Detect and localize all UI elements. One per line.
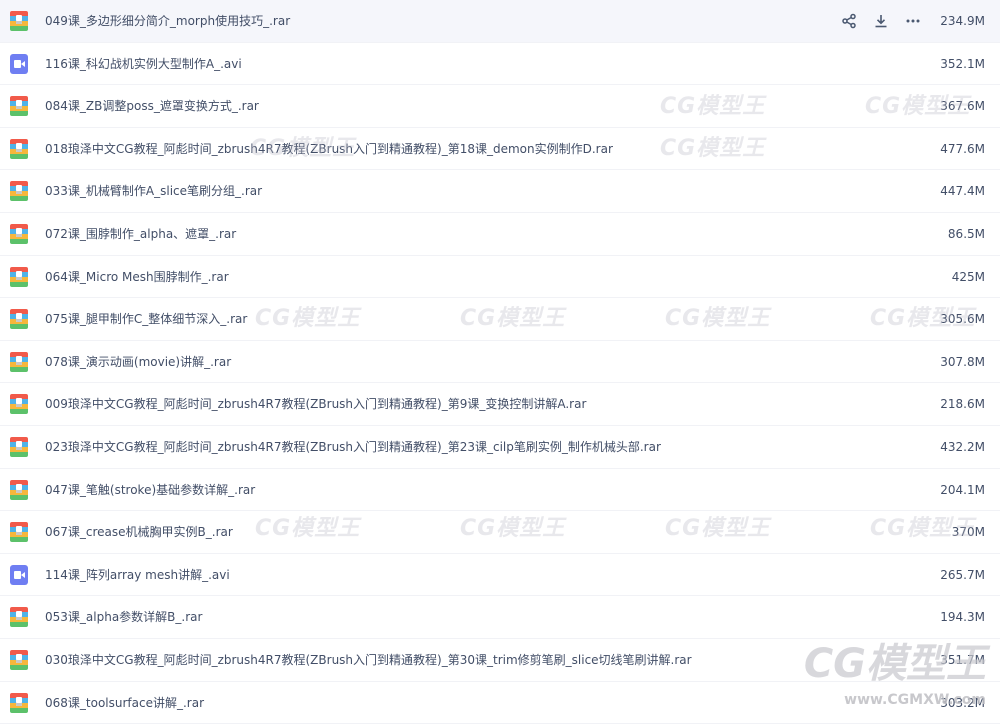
file-name[interactable]: 072课_围脖制作_alpha、遮罩_.rar: [45, 213, 236, 256]
file-name[interactable]: 116课_科幻战机实例大型制作A_.avi: [45, 43, 242, 86]
file-size: 432.2M: [940, 426, 985, 469]
archive-file-icon: [10, 96, 28, 116]
archive-file-icon: [10, 437, 28, 457]
archive-file-icon: [10, 480, 28, 500]
file-name[interactable]: 078课_演示动画(movie)讲解_.rar: [45, 341, 231, 384]
archive-file-icon: [10, 352, 28, 372]
file-row[interactable]: 049课_多边形细分简介_morph使用技巧_.rar 234.9M: [0, 0, 1000, 43]
file-size: 305.6M: [940, 298, 985, 341]
file-name[interactable]: 064课_Micro Mesh围脖制作_.rar: [45, 256, 229, 299]
file-size: 86.5M: [948, 213, 985, 256]
file-name[interactable]: 075课_腿甲制作C_整体细节深入_.rar: [45, 298, 247, 341]
file-row[interactable]: 067课_crease机械胸甲实例B_.rar 370M: [0, 511, 1000, 554]
row-actions: [838, 10, 924, 32]
video-file-icon: [10, 54, 28, 74]
archive-file-icon: [10, 522, 28, 542]
download-icon-button[interactable]: [870, 10, 892, 32]
file-row[interactable]: 023琅泽中文CG教程_阿彪时间_zbrush4R7教程(ZBrush入门到精通…: [0, 426, 1000, 469]
more-icon-button[interactable]: [902, 10, 924, 32]
share-icon-button[interactable]: [838, 10, 860, 32]
file-name[interactable]: 114课_阵列array mesh讲解_.avi: [45, 554, 230, 597]
file-row[interactable]: 078课_演示动画(movie)讲解_.rar 307.8M: [0, 341, 1000, 384]
file-name[interactable]: 047课_笔触(stroke)基础参数详解_.rar: [45, 469, 255, 512]
more-icon: [905, 13, 921, 29]
archive-file-icon: [10, 309, 28, 329]
file-name[interactable]: 068课_toolsurface讲解_.rar: [45, 682, 204, 724]
file-row[interactable]: 116课_科幻战机实例大型制作A_.avi 352.1M: [0, 43, 1000, 86]
file-size: 477.6M: [940, 128, 985, 171]
download-icon: [873, 13, 889, 29]
file-size: 425M: [952, 256, 985, 299]
share-icon: [841, 13, 857, 29]
file-size: 204.1M: [940, 469, 985, 512]
file-size: 351.7M: [940, 639, 985, 682]
file-row[interactable]: 053课_alpha参数详解B_.rar 194.3M: [0, 596, 1000, 639]
file-name[interactable]: 018琅泽中文CG教程_阿彪时间_zbrush4R7教程(ZBrush入门到精通…: [45, 128, 613, 171]
file-name[interactable]: 023琅泽中文CG教程_阿彪时间_zbrush4R7教程(ZBrush入门到精通…: [45, 426, 661, 469]
archive-file-icon: [10, 607, 28, 627]
file-list: 049课_多边形细分简介_morph使用技巧_.rar234.9M116课_科幻…: [0, 0, 1000, 724]
file-row[interactable]: 072课_围脖制作_alpha、遮罩_.rar 86.5M: [0, 213, 1000, 256]
file-size: 194.3M: [940, 596, 985, 639]
file-row[interactable]: 030琅泽中文CG教程_阿彪时间_zbrush4R7教程(ZBrush入门到精通…: [0, 639, 1000, 682]
file-size: 218.6M: [940, 383, 985, 426]
file-name[interactable]: 084课_ZB调整poss_遮罩变换方式_.rar: [45, 85, 259, 128]
file-row[interactable]: 075课_腿甲制作C_整体细节深入_.rar 305.6M: [0, 298, 1000, 341]
file-row[interactable]: 114课_阵列array mesh讲解_.avi 265.7M: [0, 554, 1000, 597]
file-size: 370M: [952, 511, 985, 554]
file-size: 367.6M: [940, 85, 985, 128]
file-name[interactable]: 033课_机械臂制作A_slice笔刷分组_.rar: [45, 170, 262, 213]
file-size: 307.8M: [940, 341, 985, 384]
file-row[interactable]: 033课_机械臂制作A_slice笔刷分组_.rar 447.4M: [0, 170, 1000, 213]
file-size: 352.1M: [940, 43, 985, 86]
file-row[interactable]: 084课_ZB调整poss_遮罩变换方式_.rar 367.6M: [0, 85, 1000, 128]
file-size: 234.9M: [940, 0, 985, 43]
file-name[interactable]: 067课_crease机械胸甲实例B_.rar: [45, 511, 233, 554]
archive-file-icon: [10, 394, 28, 414]
file-size: 265.7M: [940, 554, 985, 597]
file-row[interactable]: 009琅泽中文CG教程_阿彪时间_zbrush4R7教程(ZBrush入门到精通…: [0, 383, 1000, 426]
archive-file-icon: [10, 267, 28, 287]
file-name[interactable]: 053课_alpha参数详解B_.rar: [45, 596, 202, 639]
file-row[interactable]: 018琅泽中文CG教程_阿彪时间_zbrush4R7教程(ZBrush入门到精通…: [0, 128, 1000, 171]
archive-file-icon: [10, 11, 28, 31]
archive-file-icon: [10, 139, 28, 159]
file-size: 303.2M: [940, 682, 985, 724]
file-row[interactable]: 064课_Micro Mesh围脖制作_.rar 425M: [0, 256, 1000, 299]
file-row[interactable]: 068课_toolsurface讲解_.rar 303.2M: [0, 682, 1000, 724]
file-name[interactable]: 009琅泽中文CG教程_阿彪时间_zbrush4R7教程(ZBrush入门到精通…: [45, 383, 586, 426]
archive-file-icon: [10, 650, 28, 670]
archive-file-icon: [10, 181, 28, 201]
file-row[interactable]: 047课_笔触(stroke)基础参数详解_.rar 204.1M: [0, 469, 1000, 512]
video-file-icon: [10, 565, 28, 585]
file-name[interactable]: 030琅泽中文CG教程_阿彪时间_zbrush4R7教程(ZBrush入门到精通…: [45, 639, 692, 682]
file-name[interactable]: 049课_多边形细分简介_morph使用技巧_.rar: [45, 0, 290, 43]
archive-file-icon: [10, 693, 28, 713]
archive-file-icon: [10, 224, 28, 244]
file-size: 447.4M: [940, 170, 985, 213]
